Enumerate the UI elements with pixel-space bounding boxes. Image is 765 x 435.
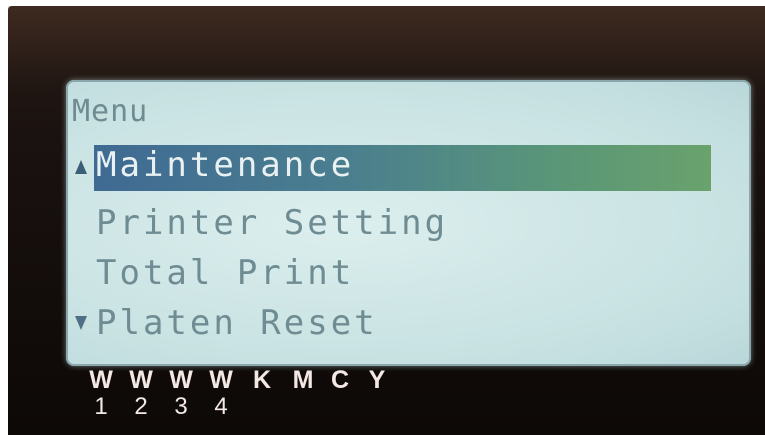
- printer-panel-photo: Menu Maintenance Printer Setting Total P…: [0, 0, 765, 435]
- bezel-glare: [8, 6, 765, 86]
- menu-item-label: Total Print: [96, 253, 355, 293]
- menu-title: Menu: [72, 94, 149, 129]
- ink-number: 4: [214, 393, 228, 420]
- ink-letter: C: [330, 366, 350, 394]
- ink-slot-w3: W 3: [166, 366, 196, 420]
- ink-slot-m: M: [288, 366, 318, 394]
- menu-item-label: Printer Setting: [96, 203, 449, 243]
- ink-number: 2: [134, 393, 148, 420]
- ink-letter: M: [292, 366, 314, 394]
- ink-letter: W: [209, 366, 233, 394]
- ink-number: 1: [94, 393, 108, 420]
- triangle-down-icon[interactable]: [75, 316, 87, 330]
- ink-letter: K: [252, 366, 272, 394]
- ink-letter: W: [129, 366, 153, 394]
- ink-letter: W: [169, 366, 193, 394]
- ink-slot-y: Y: [362, 366, 392, 394]
- ink-slot-w4: W 4: [206, 366, 236, 420]
- menu-item-label: Maintenance: [96, 145, 355, 185]
- ink-number: 3: [174, 393, 188, 420]
- lcd-screen: Menu Maintenance Printer Setting Total P…: [66, 80, 751, 366]
- ink-slot-k: K: [247, 366, 277, 394]
- ink-slot-w2: W 2: [126, 366, 156, 420]
- menu-item-label: Platen Reset: [96, 303, 378, 343]
- ink-slot-c: C: [325, 366, 355, 394]
- ink-letter: Y: [368, 366, 386, 394]
- ink-letter: W: [89, 366, 113, 394]
- triangle-up-icon[interactable]: [75, 160, 87, 174]
- ink-slot-w1: W 1: [86, 366, 116, 420]
